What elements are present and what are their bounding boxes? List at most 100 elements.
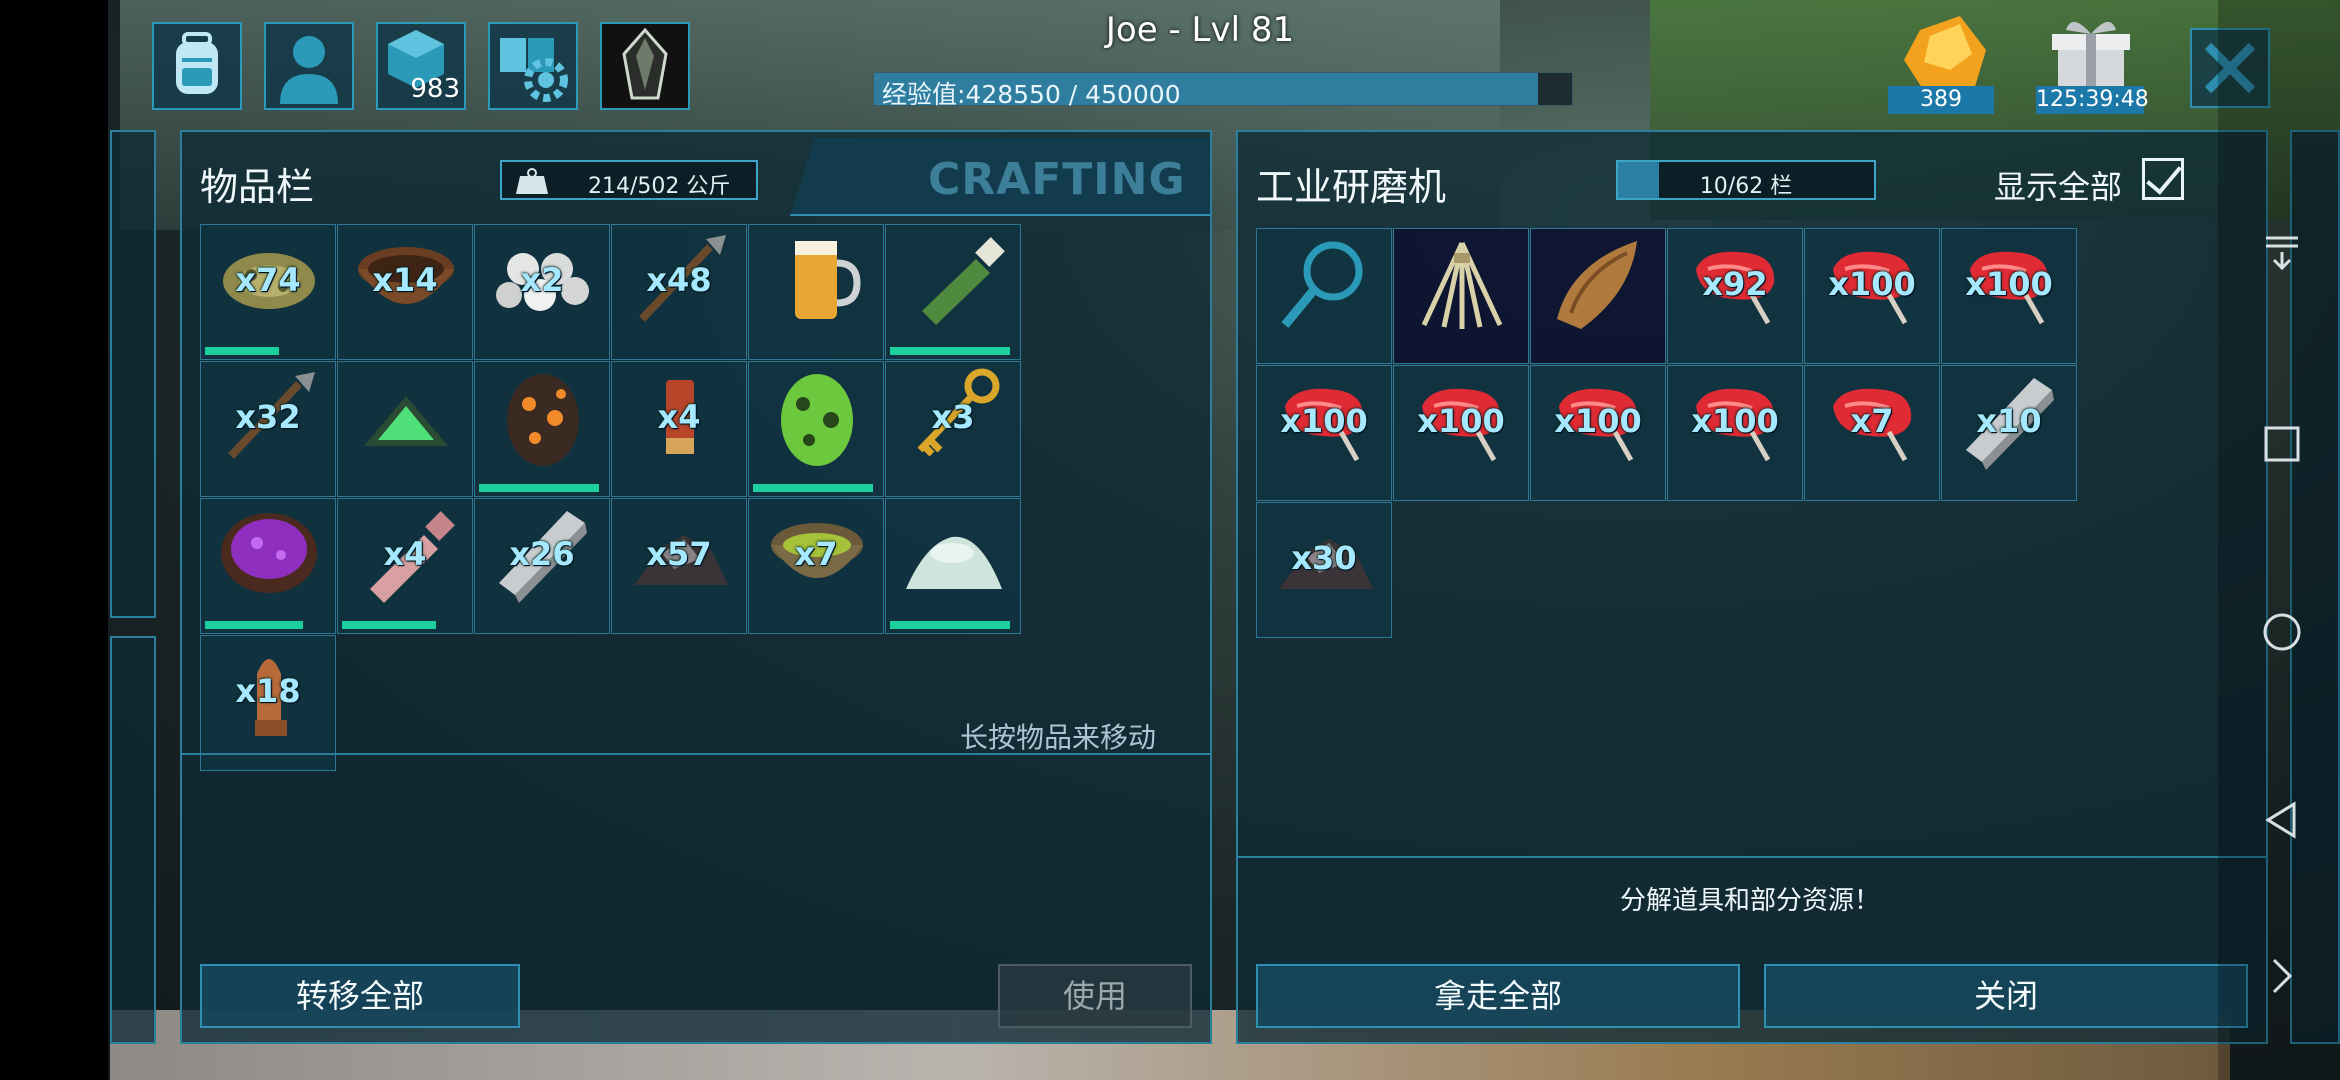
inventory-slot[interactable]: x57 (611, 498, 747, 634)
grinder-slot[interactable]: x100 (1941, 228, 2077, 364)
grinder-grid: x92 x100 x100 x100 x100 x100 x100 x7 x10 x30 (1256, 228, 2077, 638)
player-name-level: Joe - Lvl 81 (1105, 10, 1295, 50)
show-all-checkbox[interactable] (2142, 158, 2184, 200)
item-quantity: x10 (1976, 402, 2042, 440)
item-quantity: x100 (1280, 402, 1368, 440)
use-button[interactable]: 使用 (998, 964, 1192, 1028)
supply-timer: 125:39:48 (2036, 86, 2149, 114)
green-crystal-icon (364, 396, 448, 446)
item-quantity: x4 (383, 535, 427, 573)
durability-bar (205, 621, 303, 629)
inventory-slot[interactable]: x14 (337, 224, 473, 360)
grinder-slot[interactable]: x100 (1256, 365, 1392, 501)
slot-capacity-indicator: 10/62 栏 (1616, 160, 1876, 200)
crafting-tab-label: CRAFTING (928, 154, 1186, 205)
grinder-slot[interactable]: x100 (1667, 365, 1803, 501)
green-bottle-icon (922, 237, 1005, 325)
person-icon (280, 36, 338, 104)
engrams-button[interactable]: 983 (376, 22, 466, 110)
inventory-slot[interactable] (885, 498, 1021, 634)
magnifier-icon (1281, 241, 1363, 328)
slot-capacity-text: 10/62 栏 (1699, 174, 1793, 199)
inventory-slot[interactable]: x32 (200, 361, 336, 497)
durability-bar (205, 347, 279, 355)
item-quantity: x4 (657, 398, 701, 436)
adjacent-panel-left-lower (110, 636, 156, 1044)
inventory-button[interactable] (152, 22, 242, 110)
item-quantity: x7 (1850, 402, 1894, 440)
grinder-slot[interactable]: x100 (1530, 365, 1666, 501)
inventory-slot[interactable] (885, 224, 1021, 360)
grinder-description: 分解道具和部分资源！ (1619, 886, 1880, 916)
show-all-label: 显示全部 (1994, 168, 2123, 206)
inventory-slot[interactable]: x3 (885, 361, 1021, 497)
inventory-slot[interactable]: x7 (748, 498, 884, 634)
inventory-slot[interactable] (748, 361, 884, 497)
resource-count: 389 (1888, 86, 1994, 114)
inventory-slot[interactable]: x18 (200, 635, 336, 771)
inventory-slot[interactable] (200, 498, 336, 634)
grinder-slot[interactable]: x100 (1393, 365, 1529, 501)
item-quantity: x26 (509, 535, 575, 573)
durability-bar (753, 484, 873, 492)
leather-chunk-icon (1557, 241, 1637, 329)
durability-bar (890, 621, 1010, 629)
tribe-settings-button[interactable] (488, 22, 578, 110)
pull-down-icon[interactable] (2262, 232, 2302, 272)
grinder-slot[interactable]: x30 (1256, 502, 1392, 638)
thatch-icon (1421, 241, 1503, 329)
back-icon[interactable] (2262, 800, 2302, 840)
grinder-slot[interactable]: x100 (1804, 228, 1940, 364)
item-quantity: x18 (235, 672, 301, 710)
inventory-slot[interactable] (474, 361, 610, 497)
item-quantity: x30 (1291, 539, 1357, 577)
item-quantity: x100 (1417, 402, 1505, 440)
inventory-slot[interactable]: x4 (611, 361, 747, 497)
grinder-slot[interactable] (1393, 228, 1529, 364)
home-icon[interactable] (2262, 612, 2302, 652)
white-powder-icon (906, 536, 1002, 589)
artifact-button[interactable] (600, 22, 690, 110)
inventory-slot[interactable]: x74 (200, 224, 336, 360)
backpack-icon (176, 32, 218, 94)
xp-bar: 经验值:428550 / 450000 (873, 72, 1573, 109)
inventory-slot[interactable] (337, 361, 473, 497)
dark-crystal-icon (622, 27, 668, 100)
grinder-slot[interactable] (1530, 228, 1666, 364)
weight-icon (516, 168, 548, 194)
take-all-button[interactable]: 拿走全部 (1256, 964, 1740, 1028)
screen-letterbox (0, 0, 108, 1080)
adjacent-panel-left (110, 130, 156, 618)
durability-bar (342, 621, 436, 629)
inventory-slot[interactable]: x4 (337, 498, 473, 634)
inventory-slot[interactable] (748, 224, 884, 360)
weight-text: 214/502 公斤 (588, 174, 731, 199)
recent-apps-icon[interactable] (2262, 424, 2302, 464)
grinder-slot[interactable]: x92 (1667, 228, 1803, 364)
character-button[interactable] (264, 22, 354, 110)
item-quantity: x2 (520, 261, 564, 299)
item-quantity: x100 (1554, 402, 1642, 440)
grinder-slot[interactable] (1256, 228, 1392, 364)
inventory-grid: x74 x14 x2 x48 x32 x4 x3 x4 x26 x57 x7 x18 (200, 224, 1021, 771)
item-quantity: x92 (1702, 265, 1768, 303)
inventory-slot[interactable]: x48 (611, 224, 747, 360)
item-quantity: x100 (1691, 402, 1779, 440)
item-quantity: x100 (1828, 265, 1916, 303)
system-nav-bar (2218, 0, 2340, 1080)
purple-bowl-icon (221, 513, 317, 593)
grinder-slot[interactable]: x7 (1804, 365, 1940, 501)
item-quantity: x7 (794, 535, 838, 573)
grinder-slot[interactable]: x10 (1941, 365, 2077, 501)
inventory-slot[interactable]: x26 (474, 498, 610, 634)
game-screen: 983 Joe - Lvl 81 经验值:428550 / 450000 389… (0, 0, 2340, 1080)
transfer-all-button[interactable]: 转移全部 (200, 964, 520, 1028)
item-quantity: x100 (1965, 265, 2053, 303)
xp-text: 经验值:428550 / 450000 (882, 80, 1181, 109)
item-quantity: x32 (235, 398, 301, 436)
divider (1238, 856, 2266, 858)
item-quantity: x48 (646, 261, 712, 299)
chevron-right-icon[interactable] (2262, 956, 2302, 996)
inventory-slot[interactable]: x2 (474, 224, 610, 360)
close-button[interactable]: 关闭 (1764, 964, 2248, 1028)
